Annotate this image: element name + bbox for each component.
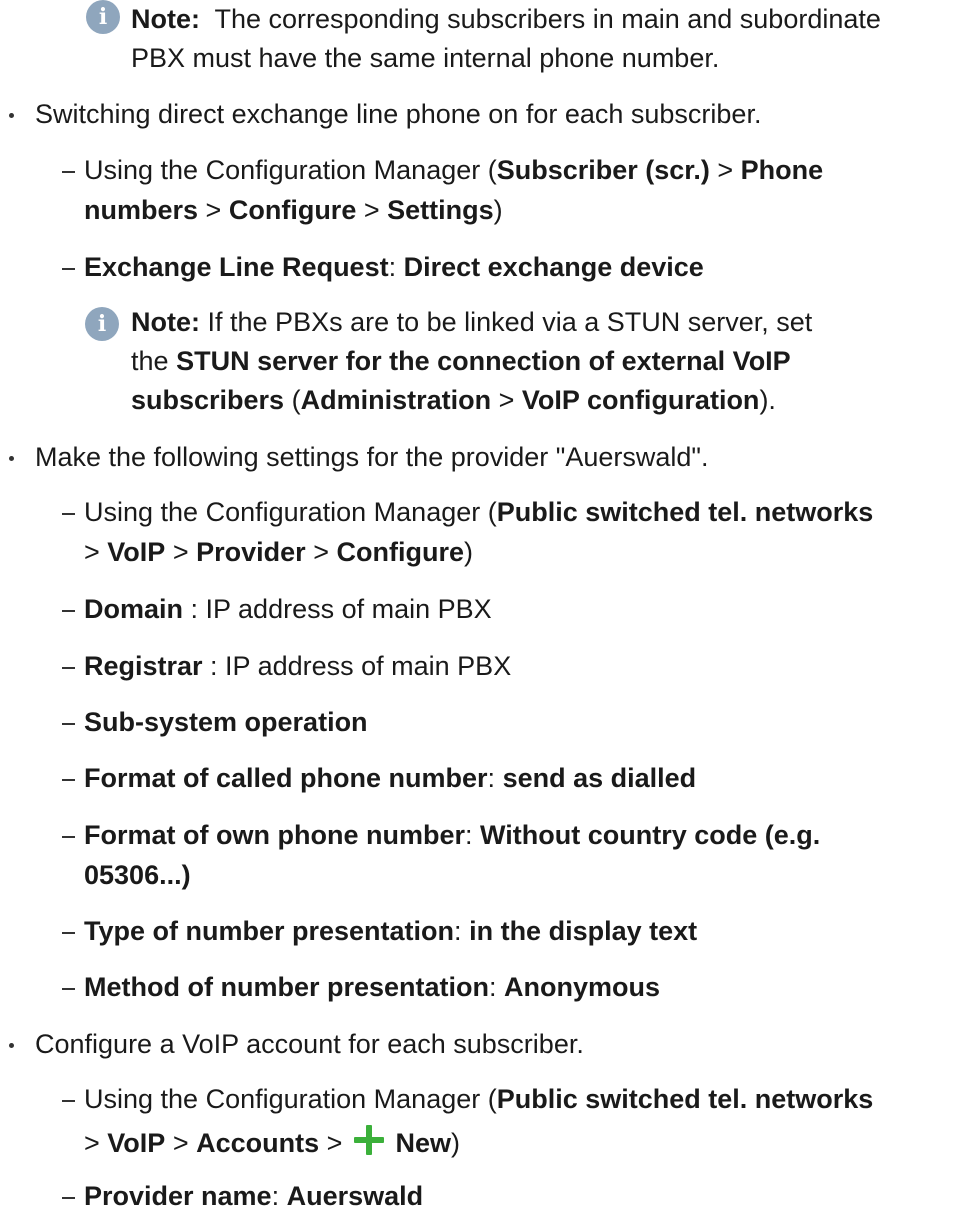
note-2-line-1: Note: If the PBXs are to be linked via a… bbox=[131, 307, 813, 337]
subitem-exchange-line-request: Exchange Line Request: Direct exchange d… bbox=[84, 252, 704, 282]
subitem-config-path-cont: > VoIP > Provider > Configure) bbox=[84, 537, 473, 567]
subitem-method-presentation: Method of number presentation: Anonymous bbox=[84, 972, 661, 1002]
dash-marker bbox=[62, 1100, 75, 1102]
note-text: The corresponding subscribers in main an… bbox=[214, 4, 881, 34]
subitem-own-format-cont: 05306...) bbox=[84, 860, 191, 890]
plus-icon bbox=[353, 1125, 384, 1155]
dash-marker bbox=[62, 513, 75, 515]
subitem-subsystem: Sub-system operation bbox=[84, 707, 368, 737]
note-1-line-2: PBX must have the same internal phone nu… bbox=[131, 39, 719, 78]
list-item-direct-line: Switching direct exchange line phone on … bbox=[35, 99, 762, 129]
document-page: i Note: The corresponding subscribers in… bbox=[0, 0, 954, 1217]
note-text: PBX must have the same internal phone nu… bbox=[131, 43, 720, 73]
dash-marker bbox=[62, 988, 75, 990]
dash-marker bbox=[62, 171, 75, 173]
dash-marker bbox=[62, 723, 75, 725]
subitem-type-presentation: Type of number presentation: in the disp… bbox=[84, 916, 698, 946]
note-2-line-3: subscribers (Administration > VoIP confi… bbox=[131, 385, 776, 415]
list-item-account: Configure a VoIP account for each subscr… bbox=[35, 1029, 584, 1059]
bullet-dot bbox=[9, 113, 14, 118]
subitem-config-path-cont: numbers > Configure > Settings) bbox=[84, 195, 503, 225]
info-icon: i bbox=[85, 307, 119, 341]
bullet-dot bbox=[9, 456, 14, 461]
bullet-dot bbox=[9, 1043, 14, 1048]
subitem-config-path: Using the Configuration Manager (Public … bbox=[84, 1084, 874, 1114]
subitem-provider-name: Provider name: Auerswald bbox=[84, 1181, 424, 1211]
dash-marker bbox=[62, 610, 75, 612]
dash-marker bbox=[62, 779, 75, 781]
subitem-config-path-cont: > VoIP > Accounts > New) bbox=[84, 1124, 460, 1163]
note-1-line-1: Note: The corresponding subscribers in m… bbox=[131, 0, 881, 39]
dash-marker bbox=[62, 268, 75, 270]
subitem-domain: Domain : IP address of main PBX bbox=[84, 594, 492, 624]
subitem-config-path: Using the Configuration Manager (Public … bbox=[84, 497, 874, 527]
dash-marker bbox=[62, 667, 75, 669]
subitem-registrar: Registrar : IP address of main PBX bbox=[84, 651, 512, 681]
dash-marker bbox=[62, 1197, 75, 1199]
subitem-own-format: Format of own phone number: Without coun… bbox=[84, 820, 821, 850]
note-label: Note: bbox=[131, 4, 200, 34]
info-icon: i bbox=[86, 0, 120, 34]
subitem-config-path: Using the Configuration Manager (Subscri… bbox=[84, 155, 824, 185]
dash-marker bbox=[62, 836, 75, 838]
subitem-called-format: Format of called phone number: send as d… bbox=[84, 763, 697, 793]
list-item-provider: Make the following settings for the prov… bbox=[35, 442, 709, 472]
note-2-line-2: the STUN server for the connection of ex… bbox=[131, 346, 791, 376]
dash-marker bbox=[62, 932, 75, 934]
